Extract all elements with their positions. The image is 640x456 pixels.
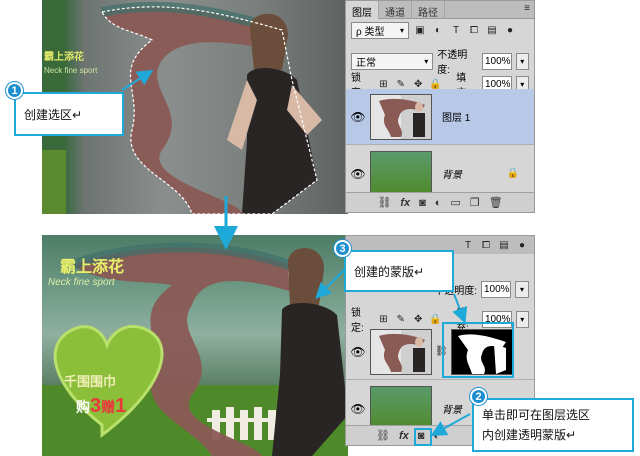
eye-icon[interactable]: 👁 xyxy=(346,110,370,124)
new-group-icon[interactable]: ▭ xyxy=(450,196,460,209)
opacity-input[interactable]: 100% xyxy=(482,52,512,70)
pixel-filter-icon[interactable]: ▣ xyxy=(413,24,427,38)
link-layers-icon[interactable]: ⛓ xyxy=(377,196,391,209)
layer-thumbnail xyxy=(370,150,432,197)
heart-num2: 1 xyxy=(115,395,127,417)
panel-menu-icon[interactable]: ≡ xyxy=(520,1,534,15)
fx-icon[interactable]: fx xyxy=(400,197,410,209)
layers-bottom-toolbar: ⛓ fx ◙ ◐ ▭ ❐ 🗑 xyxy=(346,192,534,212)
poster-subtitle: Neck fine sport xyxy=(48,277,115,288)
layers-panel-top: 图层 通道 路径 ≡ ρ 类型 ▾ ▣ ◐ T ⧠ ▤ ● 正常 ▾ 不透明度:… xyxy=(345,0,535,213)
panel-tabs: 图层 通道 路径 ≡ xyxy=(346,1,534,19)
chevron-down-icon: ▾ xyxy=(424,56,429,66)
layer-name: 图层 1 xyxy=(442,113,471,124)
tab-paths[interactable]: 路径 xyxy=(412,1,445,19)
eye-icon[interactable]: 👁 xyxy=(346,167,370,181)
tab-layers[interactable]: 图层 xyxy=(346,1,379,19)
callout-text: 创建的蒙版↵ xyxy=(354,264,425,279)
fx-icon[interactable]: fx xyxy=(399,430,409,442)
filter-toggle-icon[interactable]: ● xyxy=(503,24,517,38)
heart-gift: 赠 xyxy=(101,399,116,415)
kind-filter-select[interactable]: ρ 类型 ▾ xyxy=(351,22,409,39)
poster-subtitle-partial: Neck fine sport xyxy=(44,66,98,75)
type-filter-icon[interactable]: T xyxy=(449,24,463,38)
tab-channels[interactable]: 通道 xyxy=(379,1,412,19)
poster-title-partial: 霸上添花 xyxy=(44,52,84,63)
add-mask-icon[interactable]: ◙ xyxy=(419,197,426,209)
adjustment-layer-icon[interactable]: ◐ xyxy=(433,430,440,442)
adjustment-filter-icon[interactable]: ◐ xyxy=(431,24,445,38)
add-mask-button-highlight xyxy=(414,428,432,446)
eye-icon[interactable]: 👁 xyxy=(346,402,370,416)
callout-create-selection: 创建选区↵ xyxy=(14,92,124,136)
poster-title: 霸上添花 xyxy=(60,259,125,276)
chevron-down-icon: ▾ xyxy=(399,26,404,35)
filter-toggle-icon[interactable]: ● xyxy=(515,238,529,252)
blend-mode-select[interactable]: 正常 ▾ xyxy=(351,52,434,70)
kind-filter-label: ρ 类型 xyxy=(356,27,385,38)
callout-text-line2: 内创建透明蒙版↵ xyxy=(482,428,577,442)
smart-object-filter-icon[interactable]: ▤ xyxy=(497,238,511,252)
shape-filter-icon[interactable]: ⧠ xyxy=(467,24,481,38)
eye-icon[interactable]: 👁 xyxy=(346,345,370,359)
layer-row-layer1[interactable]: 👁 图层 1 xyxy=(346,89,534,145)
mask-highlight-box xyxy=(442,322,514,378)
step-badge-1: 1 xyxy=(6,82,23,99)
heart-buy: 购 xyxy=(76,399,90,415)
opacity-slider-toggle[interactable]: ▾ xyxy=(515,52,529,70)
new-layer-icon[interactable]: ❐ xyxy=(470,196,480,209)
blend-mode-label: 正常 xyxy=(356,57,376,69)
layer-name: 背景 xyxy=(442,170,462,181)
opacity-input[interactable]: 100% xyxy=(481,281,511,298)
heart-text-line1: 千围围巾 xyxy=(64,374,117,389)
layer-name: 背景 xyxy=(442,405,462,416)
adjustment-layer-icon[interactable]: ◐ xyxy=(435,197,442,209)
callout-created-mask: 创建的蒙版↵ xyxy=(344,250,454,292)
shape-filter-icon[interactable]: ⧠ xyxy=(479,238,493,252)
callout-text: 创建选区↵ xyxy=(24,107,83,122)
opacity-slider-toggle[interactable]: ▾ xyxy=(515,281,529,298)
lock-icon: 🔒 xyxy=(506,168,520,179)
layer-thumbnail xyxy=(370,93,432,140)
callout-text-line1: 单击即可在图层选区 xyxy=(482,408,591,422)
step-badge-3: 3 xyxy=(334,240,351,257)
canvas-bottom[interactable]: 霸上添花 Neck fine sport 千围围巾 购 3 赠 1 xyxy=(42,235,348,456)
heart-num1: 3 xyxy=(90,395,102,417)
callout-click-create-mask: 单击即可在图层选区 内创建透明蒙版↵ xyxy=(472,398,634,452)
trash-icon[interactable]: 🗑 xyxy=(489,196,503,209)
type-filter-icon[interactable]: T xyxy=(461,238,475,252)
smart-object-filter-icon[interactable]: ▤ xyxy=(485,24,499,38)
heart-text-line2: 购 3 赠 1 xyxy=(76,395,126,418)
step-badge-2: 2 xyxy=(470,388,487,405)
link-layers-icon[interactable]: ⛓ xyxy=(376,429,390,442)
layer-thumbnail xyxy=(370,328,432,375)
